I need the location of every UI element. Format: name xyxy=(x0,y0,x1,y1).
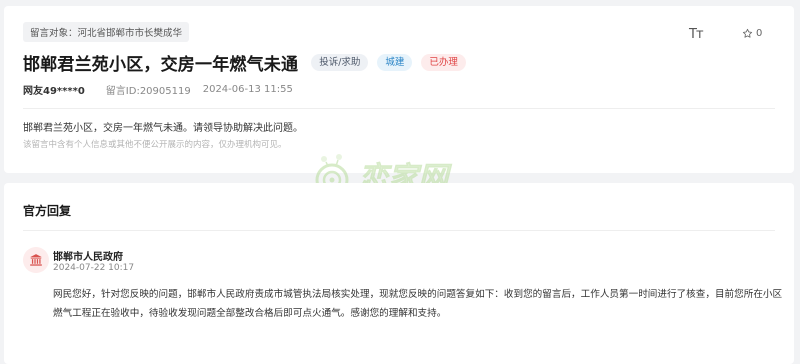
reply-section-title: 官方回复 xyxy=(23,204,72,218)
field-tag: 城建 xyxy=(377,54,413,71)
message-title: 邯郸君兰苑小区，交房一年燃气未通 xyxy=(23,55,299,75)
government-building-icon xyxy=(30,254,42,266)
status-badge: 已办理 xyxy=(421,54,466,71)
privacy-note: 该留言中含有个人信息或其他不便公开展示的内容，仅办理机构可见。 xyxy=(23,140,287,150)
title-row: 邯郸君兰苑小区，交房一年燃气未通 投诉/求助 城建 已办理 xyxy=(23,50,466,75)
message-id: 留言ID:20905119 xyxy=(105,86,191,97)
author-name: 49****0 xyxy=(43,86,85,97)
message-target-chip[interactable]: 留言对象：河北省邯郸市市长樊成华 xyxy=(23,22,190,42)
author: 网友49****0 xyxy=(23,82,85,97)
reply-content: 网民您好，针对您反映的问题，邯郸市人民政府责成市城管执法局核实处理，现就您反映的… xyxy=(53,289,783,319)
favorite-count: 0 xyxy=(756,28,763,39)
reply-org-name: 邯郸市人民政府 xyxy=(53,252,123,263)
message-meta: 网友49****0 留言ID:20905119 2024-06-13 11:55 xyxy=(23,82,293,97)
divider xyxy=(23,108,775,109)
message-content: 邯郸君兰苑小区，交房一年燃气未通。请领导协助解决此问题。 xyxy=(23,123,303,134)
author-prefix: 网友 xyxy=(23,86,43,97)
message-date: 2024-06-13 11:55 xyxy=(202,84,293,95)
star-icon xyxy=(742,28,753,38)
reply-time: 2024-07-22 10:17 xyxy=(53,263,135,273)
government-org-avatar xyxy=(23,247,49,273)
message-card: 留言对象：河北省邯郸市市长樊成华 邯郸君兰苑小区，交房一年燃气未通 投诉/求助 … xyxy=(4,6,794,173)
favorite-button[interactable]: 0 xyxy=(742,28,762,39)
font-size-button[interactable]: Tт xyxy=(689,27,703,42)
divider xyxy=(23,230,775,231)
reply-card: 官方回复 邯郸市人民政府 2024-07-22 10:17 网民您好，针对您反映… xyxy=(4,183,794,364)
type-tag: 投诉/求助 xyxy=(311,54,369,71)
